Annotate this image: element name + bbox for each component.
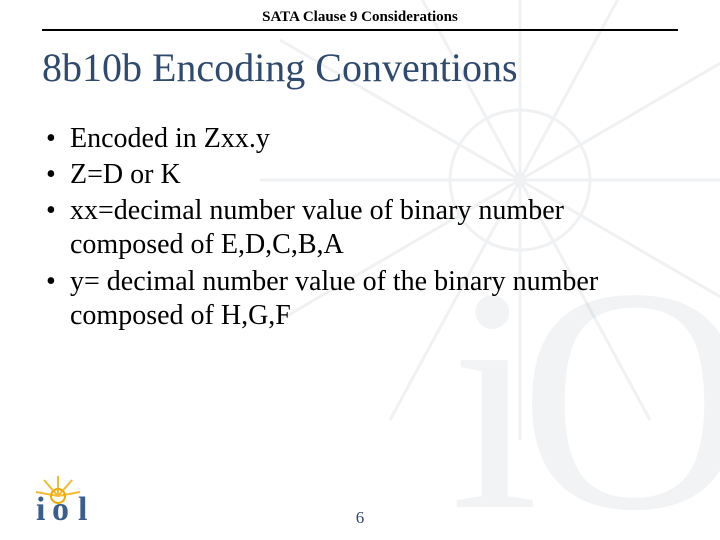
slide-header: SATA Clause 9 Considerations xyxy=(0,8,720,31)
page-number: 6 xyxy=(0,508,720,528)
header-text: SATA Clause 9 Considerations xyxy=(262,9,458,25)
slide-title: 8b10b Encoding Conventions xyxy=(42,44,678,91)
bullet-text: y= decimal number value of the binary nu… xyxy=(70,266,598,331)
bullet-text: xx=decimal number value of binary number… xyxy=(70,195,564,260)
slide: iO SATA Clause 9 Considerations 8b10b En… xyxy=(0,0,720,540)
list-item: y= decimal number value of the binary nu… xyxy=(42,265,678,333)
list-item: xx=decimal number value of binary number… xyxy=(42,194,678,262)
bullet-text: Z=D or K xyxy=(70,159,181,190)
bullet-list: Encoded in Zxx.y Z=D or K xx=decimal num… xyxy=(42,120,678,335)
list-item: Encoded in Zxx.y xyxy=(42,122,678,156)
list-item: Z=D or K xyxy=(42,158,678,192)
header-divider xyxy=(42,29,678,31)
bullet-text: Encoded in Zxx.y xyxy=(70,123,270,154)
